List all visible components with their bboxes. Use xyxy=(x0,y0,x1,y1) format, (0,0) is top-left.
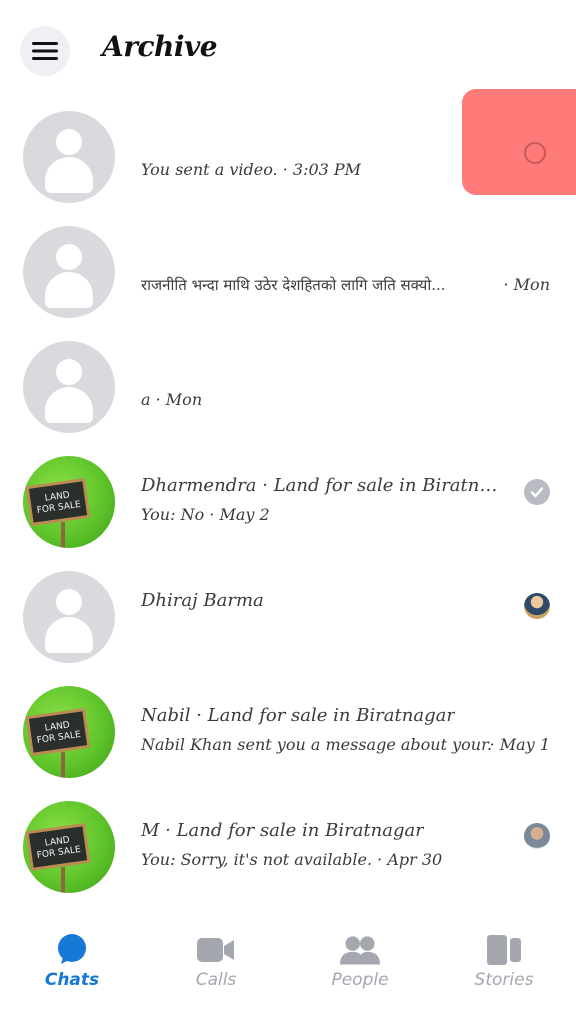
avatar-placeholder-head xyxy=(56,589,82,615)
sign-post xyxy=(61,867,65,893)
menu-button[interactable] xyxy=(20,26,70,76)
chat-row[interactable]: LAND FOR SALE M · Land for sale in Birat… xyxy=(0,790,576,902)
avatar xyxy=(23,341,115,433)
people-icon xyxy=(340,932,380,968)
chat-snippet: Nabil Khan sent you a message about your… xyxy=(141,735,491,754)
avatar-placeholder-head xyxy=(56,129,82,155)
avatar-placeholder-head xyxy=(56,359,82,385)
seen-check-icon xyxy=(524,479,550,505)
chat-title: Dhiraj Barma xyxy=(141,590,264,611)
chat-snippet: You: Sorry, it's not available. · Apr 30 xyxy=(141,850,443,869)
avatar-placeholder-body xyxy=(45,157,93,193)
header: Archive xyxy=(0,0,576,100)
video-camera-icon xyxy=(196,932,236,968)
floating-overlay-button[interactable] xyxy=(462,89,576,195)
sign-post xyxy=(61,752,65,778)
page-title: Archive xyxy=(102,30,218,63)
tab-stories[interactable]: Stories xyxy=(432,928,576,1008)
avatar: LAND FOR SALE xyxy=(23,456,115,548)
chat-time: · May 1 xyxy=(489,735,550,754)
avatar: LAND FOR SALE xyxy=(23,801,115,893)
chat-title: Nabil · Land for sale in Biratnagar xyxy=(141,705,455,726)
avatar-placeholder-body xyxy=(45,617,93,653)
chat-row[interactable]: Dhiraj Barma xyxy=(0,560,576,672)
ring-icon xyxy=(524,142,546,164)
tab-people[interactable]: People xyxy=(288,928,432,1008)
land-for-sale-sign: LAND FOR SALE xyxy=(25,823,91,871)
avatar xyxy=(23,226,115,318)
stories-icon xyxy=(484,932,524,968)
land-for-sale-sign: LAND FOR SALE xyxy=(25,708,91,756)
chat-title: Dharmendra · Land for sale in Biratna... xyxy=(141,475,501,496)
sign-post xyxy=(61,522,65,548)
chat-snippet: a · Mon xyxy=(141,390,203,409)
avatar: LAND FOR SALE xyxy=(23,686,115,778)
avatar-placeholder-body xyxy=(45,387,93,423)
avatar xyxy=(23,111,115,203)
chat-snippet: You: No · May 2 xyxy=(141,505,270,524)
tab-stories-label: Stories xyxy=(474,970,534,990)
seen-avatar xyxy=(524,823,550,849)
messenger-archive-screen: Archive You sent a video. · 3:03 PM राजन… xyxy=(0,0,576,1024)
chat-row[interactable]: a · Mon xyxy=(0,330,576,442)
avatar-placeholder-head xyxy=(56,244,82,270)
land-for-sale-sign: LAND FOR SALE xyxy=(25,478,91,526)
hamburger-icon xyxy=(32,42,58,60)
chat-bubble-icon xyxy=(52,932,92,968)
chat-row[interactable]: LAND FOR SALE Dharmendra · Land for sale… xyxy=(0,445,576,557)
tab-chats-label: Chats xyxy=(44,970,100,990)
chat-snippet: राजनीति भन्दा माथि उठेर देशहितको लागि जत… xyxy=(141,276,446,294)
tab-calls-label: Calls xyxy=(195,970,237,990)
chat-time: · Mon xyxy=(503,275,551,294)
chat-snippet: You sent a video. · 3:03 PM xyxy=(141,160,362,179)
tab-calls[interactable]: Calls xyxy=(144,928,288,1008)
tab-people-label: People xyxy=(331,970,389,990)
bottom-nav: Chats Calls People Stories xyxy=(0,918,576,1024)
chat-row[interactable]: राजनीति भन्दा माथि उठेर देशहितको लागि जत… xyxy=(0,215,576,327)
avatar xyxy=(23,571,115,663)
chat-row[interactable]: LAND FOR SALE Nabil · Land for sale in B… xyxy=(0,675,576,787)
checkmark-icon xyxy=(530,487,544,498)
chat-title: M · Land for sale in Biratnagar xyxy=(141,820,424,841)
tab-chats[interactable]: Chats xyxy=(0,928,144,1008)
avatar-placeholder-body xyxy=(45,272,93,308)
seen-avatar xyxy=(524,593,550,619)
